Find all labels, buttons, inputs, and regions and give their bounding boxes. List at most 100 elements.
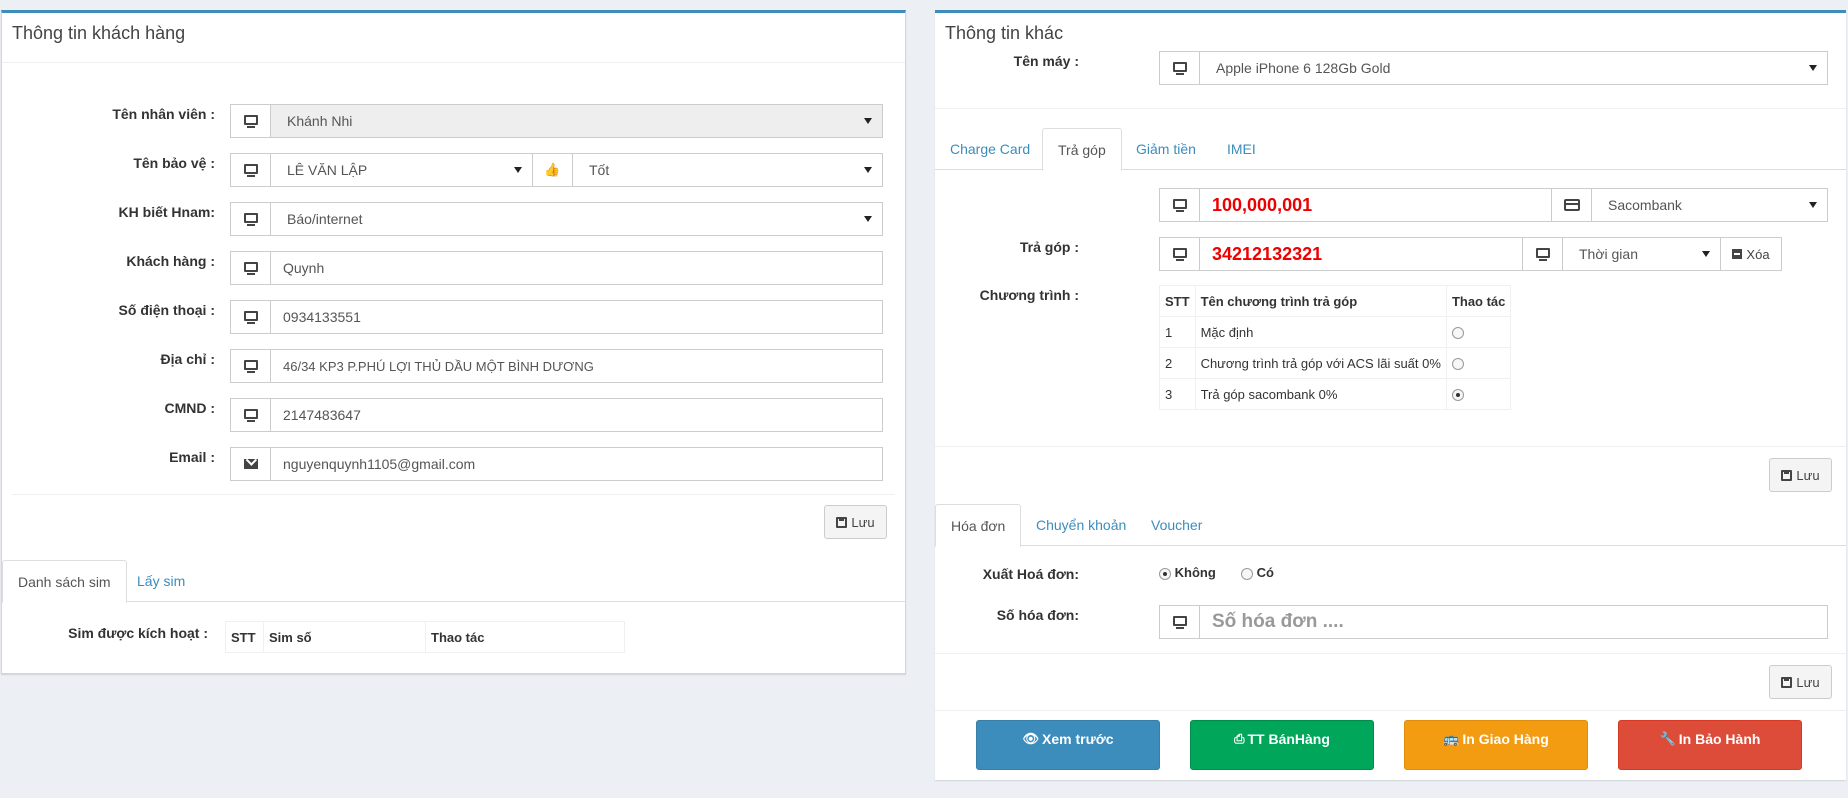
wrench-icon: 🔧: [1659, 731, 1676, 746]
chevron-down-icon: [1809, 65, 1817, 71]
bank-select[interactable]: Sacombank: [1551, 188, 1828, 222]
credit-card-icon: [1552, 189, 1592, 221]
invoice-number-input[interactable]: Số hóa đơn ....: [1159, 605, 1828, 639]
employee-value: Khánh Nhi: [287, 113, 353, 129]
chevron-down-icon: [864, 118, 872, 124]
customer-value: Quynh: [283, 260, 325, 276]
save-button[interactable]: Lưu: [824, 505, 887, 539]
device-select[interactable]: Apple iPhone 6 128Gb Gold: [1159, 51, 1828, 85]
monitor-icon: [1160, 189, 1200, 221]
amount-input[interactable]: 100,000,001: [1159, 188, 1552, 222]
divider: [935, 446, 1846, 447]
employee-select[interactable]: Khánh Nhi: [230, 104, 883, 138]
chevron-down-icon: [864, 216, 872, 222]
bus-icon: 🚌: [1443, 731, 1460, 746]
monitor-icon: [231, 105, 271, 137]
source-value: Báo/internet: [287, 211, 363, 227]
invoice-no-radio[interactable]: [1159, 567, 1171, 580]
chevron-down-icon: [864, 167, 872, 173]
monitor-icon: [1160, 52, 1200, 84]
tab-installment[interactable]: Trả góp: [1042, 128, 1122, 171]
sim-tabs: Danh sách sim Lấy sim: [2, 560, 905, 603]
print-warranty-button[interactable]: 🔧 In Bảo Hành: [1618, 720, 1802, 770]
monitor-icon: [1160, 238, 1200, 270]
sim-activated-label: Sim được kích hoạt :: [68, 625, 208, 641]
phone-label: Số điện thoại :: [118, 302, 215, 318]
program-label: Chương trình :: [979, 287, 1079, 303]
divider: [935, 710, 1846, 711]
installment-value: 34212132321: [1212, 243, 1323, 264]
program-radio-cell: [1445, 378, 1512, 410]
invoice-no-label: Không: [1174, 565, 1216, 580]
save-button-label: Lưu: [1796, 467, 1820, 483]
print-icon: ⎙: [1234, 731, 1245, 746]
tab-invoice[interactable]: Hóa đơn: [935, 504, 1022, 547]
email-input[interactable]: nguyenquynh1105@gmail.com: [230, 447, 883, 481]
payment-tabs: Charge Card Trả góp Giảm tiền IMEI: [935, 128, 1846, 171]
delete-button[interactable]: Xóa: [1720, 237, 1782, 271]
installment-input[interactable]: 34212132321: [1159, 237, 1523, 271]
save-installment-button[interactable]: Lưu: [1769, 458, 1832, 492]
program-stt: 1: [1159, 316, 1196, 348]
address-input[interactable]: 46/34 KP3 P.PHÚ LỢI THỦ DẦU MỘT BÌNH DƯƠ…: [230, 349, 883, 383]
tab-imei[interactable]: IMEI: [1212, 128, 1271, 170]
preview-button-label: Xem trước: [1042, 731, 1114, 747]
print-warranty-button-label: In Bảo Hành: [1678, 731, 1761, 747]
program-radio-selected[interactable]: [1451, 389, 1464, 402]
divider: [935, 108, 1846, 109]
tab-bank-transfer[interactable]: Chuyển khoản: [1021, 504, 1141, 546]
monitor-icon: [231, 301, 271, 333]
preview-button[interactable]: 👁 Xem trước: [976, 720, 1160, 770]
source-select[interactable]: Báo/internet: [230, 202, 883, 236]
email-value: nguyenquynh1105@gmail.com: [283, 456, 476, 472]
chevron-down-icon: [514, 167, 522, 173]
program-table: STT Tên chương trình trả góp Thao tác 1 …: [1159, 285, 1512, 410]
other-info-panel: Thông tin khác Tên máy : Apple iPhone 6 …: [935, 10, 1846, 780]
program-name: Trả góp sacombank 0%: [1194, 378, 1447, 410]
floppy-icon: [1781, 469, 1793, 481]
program-col-stt: STT: [1159, 285, 1196, 317]
program-name: Mặc định: [1194, 316, 1447, 348]
id-card-label: CMND :: [164, 400, 215, 416]
monitor-icon: [231, 203, 271, 235]
divider: [2, 62, 905, 63]
print-delivery-button[interactable]: 🚌 In Giao Hàng: [1404, 720, 1588, 770]
id-card-input[interactable]: 2147483647: [230, 398, 883, 432]
eye-icon: 👁: [1022, 731, 1040, 746]
tab-discount[interactable]: Giảm tiền: [1121, 128, 1211, 170]
email-label: Email :: [169, 449, 215, 465]
time-value: Thời gian: [1579, 246, 1638, 262]
tab-voucher[interactable]: Voucher: [1136, 504, 1217, 546]
floppy-icon: [1781, 676, 1793, 688]
invoice-yes-radio[interactable]: [1241, 567, 1254, 580]
tab-get-sim[interactable]: Lấy sim: [122, 560, 200, 602]
delete-button-label: Xóa: [1746, 246, 1770, 262]
address-label: Địa chỉ :: [160, 351, 215, 367]
guard-select[interactable]: LÊ VĂN LẬP: [230, 153, 533, 187]
save-button-label: Lưu: [1796, 674, 1820, 690]
sales-info-button[interactable]: ⎙ TT BánHàng: [1190, 720, 1374, 770]
program-radio[interactable]: [1451, 358, 1464, 371]
guard-rating-select[interactable]: 👍 Tốt: [533, 153, 883, 187]
program-stt: 2: [1159, 347, 1196, 379]
program-radio-cell: [1445, 347, 1512, 379]
invoice-number-label: Số hóa đơn:: [996, 607, 1079, 623]
customer-label: Khách hàng :: [126, 253, 215, 269]
invoice-number-placeholder: Số hóa đơn ....: [1212, 611, 1344, 632]
save-invoice-button[interactable]: Lưu: [1769, 665, 1832, 699]
customer-info-panel: Thông tin khách hàng Tên nhân viên : Khá…: [1, 10, 906, 674]
monitor-icon: [231, 350, 271, 382]
time-select[interactable]: Thời gian: [1522, 237, 1721, 271]
invoice-export-options: Không Có: [1159, 565, 1274, 580]
program-radio[interactable]: [1451, 327, 1464, 340]
tab-charge-card[interactable]: Charge Card: [935, 128, 1045, 170]
monitor-icon: [231, 252, 271, 284]
customer-input[interactable]: Quynh: [230, 251, 883, 285]
tab-sim-list[interactable]: Danh sách sim: [2, 560, 127, 603]
floppy-icon: [836, 516, 848, 528]
program-radio-cell: [1445, 316, 1512, 348]
device-label: Tên máy :: [1013, 53, 1079, 69]
monitor-icon: [1523, 238, 1563, 270]
phone-input[interactable]: 0934133551: [230, 300, 883, 334]
program-col-name: Tên chương trình trả góp: [1194, 285, 1447, 317]
